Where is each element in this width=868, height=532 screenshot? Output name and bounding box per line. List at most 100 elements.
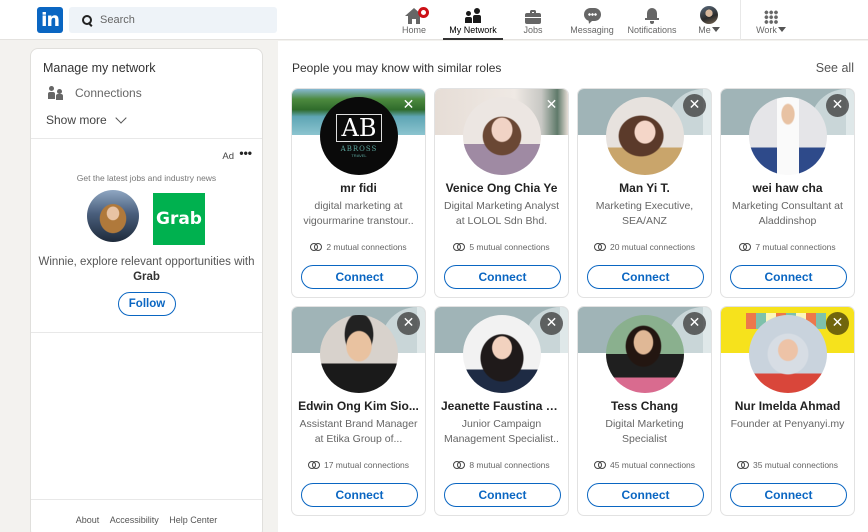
chevron-down-icon xyxy=(115,111,127,124)
footer-link-accessibility[interactable]: Accessibility xyxy=(110,515,159,525)
close-icon[interactable]: ✕ xyxy=(397,312,420,335)
top-navigation-bar: in Home My Network Jobs xyxy=(0,0,868,40)
mutual-connections-text: 8 mutual connections xyxy=(469,460,550,470)
mutual-connections-text: 7 mutual connections xyxy=(755,242,836,252)
person-name[interactable]: wei haw cha xyxy=(721,181,854,195)
nav-me[interactable]: Me xyxy=(694,0,724,40)
close-icon[interactable]: ✕ xyxy=(826,312,849,335)
show-more-label: Show more xyxy=(46,113,107,127)
person-card[interactable]: ✕ Edwin Ong Kim Sio... Assistant Brand M… xyxy=(291,306,426,516)
mutual-connections-text: 2 mutual connections xyxy=(326,242,407,252)
person-card[interactable]: ✕ wei haw cha Marketing Consultant at Al… xyxy=(720,88,855,298)
more-options-icon[interactable]: ••• xyxy=(239,146,252,160)
connect-button[interactable]: Connect xyxy=(587,265,704,289)
footer-link-about[interactable]: About xyxy=(76,515,100,525)
close-icon[interactable]: ✕ xyxy=(826,94,849,117)
home-icon xyxy=(405,7,429,24)
nav-label: Me xyxy=(698,25,711,35)
divider xyxy=(31,332,262,333)
person-name[interactable]: Nur Imelda Ahmad xyxy=(721,399,854,413)
search-input[interactable] xyxy=(100,14,260,26)
person-headline: Marketing Executive, SEA/ANZ xyxy=(595,200,694,227)
mutual-connections: 5 mutual connections xyxy=(435,242,568,252)
nav-divider xyxy=(740,0,741,40)
person-card[interactable]: ✕ Man Yi T. Marketing Executive, SEA/ANZ… xyxy=(577,88,712,298)
person-card[interactable]: ✕ Nur Imelda Ahmad Founder at Penyanyi.m… xyxy=(720,306,855,516)
nav-jobs[interactable]: Jobs xyxy=(518,0,548,40)
mutual-connections-icon xyxy=(593,243,606,251)
person-name[interactable]: Edwin Ong Kim Sio... xyxy=(292,399,425,413)
mutual-connections-icon xyxy=(739,243,752,251)
profile-photo[interactable] xyxy=(463,97,541,175)
nav-home[interactable]: Home xyxy=(400,0,429,40)
connect-button[interactable]: Connect xyxy=(730,265,847,289)
person-card[interactable]: ✕ Venice Ong Chia Ye Digital Marketing A… xyxy=(434,88,569,298)
connect-button[interactable]: Connect xyxy=(301,483,418,507)
person-name[interactable]: Jeanette Faustina Ef.. xyxy=(435,399,568,413)
divider xyxy=(31,499,262,500)
close-icon[interactable]: ✕ xyxy=(540,312,563,335)
profile-photo[interactable] xyxy=(749,97,827,175)
see-all-link[interactable]: See all xyxy=(816,61,854,75)
mutual-connections-text: 20 mutual connections xyxy=(609,242,696,252)
person-name[interactable]: Venice Ong Chia Ye xyxy=(435,181,568,195)
profile-photo[interactable] xyxy=(606,97,684,175)
person-name[interactable]: Tess Chang xyxy=(578,399,711,413)
ad-company-name: Grab xyxy=(133,271,160,283)
mutual-connections-icon xyxy=(453,243,466,251)
connect-button[interactable]: Connect xyxy=(730,483,847,507)
caret-down-icon xyxy=(711,27,720,32)
connect-button[interactable]: Connect xyxy=(301,265,418,289)
user-avatar xyxy=(87,190,139,242)
footer-link-help-center[interactable]: Help Center xyxy=(169,515,217,525)
person-headline: Digital Marketing Analyst at LOLOL Sdn B… xyxy=(444,200,559,227)
profile-photo[interactable] xyxy=(749,315,827,393)
close-icon[interactable]: ✕ xyxy=(397,94,420,117)
mutual-connections-icon xyxy=(736,461,749,469)
person-name[interactable]: mr fidi xyxy=(292,181,425,195)
close-icon[interactable]: ✕ xyxy=(683,94,706,117)
company-logo[interactable]: Grab xyxy=(153,193,205,245)
connect-button[interactable]: Connect xyxy=(444,265,561,289)
follow-button[interactable]: Follow xyxy=(118,292,176,316)
person-card[interactable]: ✕ AB ABROSS TRAVEL mr fidi digital marke… xyxy=(291,88,426,298)
profile-photo[interactable] xyxy=(463,315,541,393)
person-headline: Founder at Penyanyi.my xyxy=(730,418,845,430)
person-headline: Assistant Brand Manager at Etika Group o… xyxy=(299,418,418,445)
mutual-connections: 7 mutual connections xyxy=(721,242,854,252)
linkedin-logo[interactable]: in xyxy=(37,7,63,33)
divider xyxy=(31,138,262,139)
ad-message-text: Winnie, explore relevant opportunities w… xyxy=(38,256,255,268)
connect-button[interactable]: Connect xyxy=(444,483,561,507)
notification-badge xyxy=(418,7,429,18)
chat-bubble-icon xyxy=(583,8,601,25)
nav-label: Messaging xyxy=(570,25,614,35)
nav-notifications[interactable]: Notifications xyxy=(624,0,680,40)
nav-label: Notifications xyxy=(627,25,677,35)
mutual-connections: 8 mutual connections xyxy=(435,460,568,470)
sidebar-title: Manage my network xyxy=(43,61,156,75)
nav-messaging[interactable]: Messaging xyxy=(568,0,616,40)
sidebar-item-connections[interactable]: Connections xyxy=(48,86,142,100)
person-name[interactable]: Man Yi T. xyxy=(578,181,711,195)
person-card[interactable]: ✕ Jeanette Faustina Ef.. Junior Campaign… xyxy=(434,306,569,516)
mutual-connections: 45 mutual connections xyxy=(578,460,711,470)
briefcase-icon xyxy=(525,10,541,24)
close-icon[interactable]: ✕ xyxy=(540,94,563,117)
suggestion-grid: ✕ AB ABROSS TRAVEL mr fidi digital marke… xyxy=(291,88,855,516)
nav-my-network[interactable]: My Network xyxy=(443,0,503,40)
avatar-logo-text: AB xyxy=(335,114,383,142)
profile-photo[interactable] xyxy=(320,315,398,393)
profile-photo[interactable]: AB ABROSS TRAVEL xyxy=(320,97,398,175)
people-you-may-know-section: People you may know with similar roles S… xyxy=(278,41,868,532)
person-headline: digital marketing at vigourmarine transt… xyxy=(303,200,414,227)
mutual-connections-icon xyxy=(307,461,320,469)
search-box[interactable] xyxy=(69,7,277,33)
nav-work[interactable]: Work xyxy=(752,0,790,40)
connect-button[interactable]: Connect xyxy=(587,483,704,507)
grid-apps-icon xyxy=(764,10,778,24)
profile-photo[interactable] xyxy=(606,315,684,393)
close-icon[interactable]: ✕ xyxy=(683,312,706,335)
person-card[interactable]: ✕ Tess Chang Digital Marketing Specialis… xyxy=(577,306,712,516)
show-more-button[interactable]: Show more xyxy=(46,111,127,127)
